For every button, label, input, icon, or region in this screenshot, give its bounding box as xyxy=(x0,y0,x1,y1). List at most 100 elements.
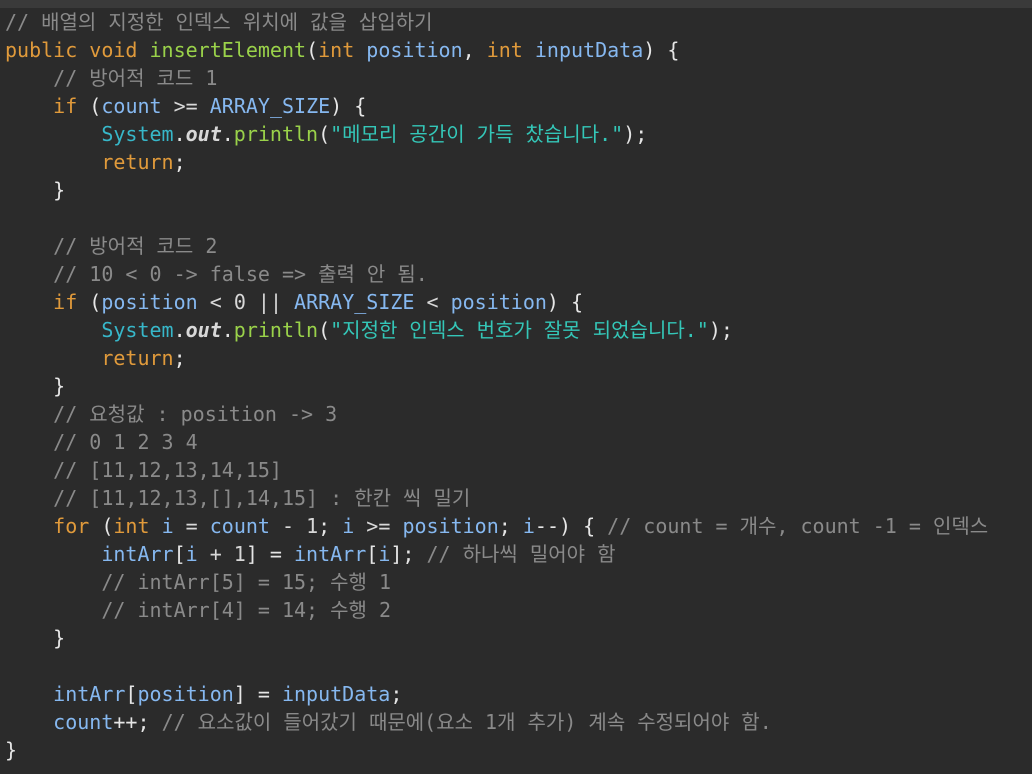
code-line: // intArr[4] = 14; 수행 2 xyxy=(5,596,1032,624)
code-token-plain: } xyxy=(5,178,66,202)
code-token-plain: ( xyxy=(89,514,114,538)
code-token-plain: } xyxy=(5,738,18,762)
code-editor[interactable]: // 배열의 지정한 인덱스 위치에 값을 삽입하기 public void in… xyxy=(0,8,1032,764)
code-token-kw: if xyxy=(53,94,78,118)
code-token-op: >= xyxy=(354,514,403,538)
code-token-kw: for xyxy=(53,514,90,538)
code-token-kw: public xyxy=(5,38,78,62)
code-token-plain: ++; xyxy=(113,710,162,734)
code-token-plain: . xyxy=(173,122,186,146)
code-token-var: inputData xyxy=(534,38,644,62)
code-token-plain: ) { xyxy=(643,38,680,62)
code-line: count++; // 요소값이 들어갔기 때문에(요소 1개 추가) 계속 수… xyxy=(5,708,1032,736)
editor-top-bar xyxy=(0,0,1032,8)
code-token-const: ARRAY_SIZE xyxy=(294,290,415,314)
code-token-var: position xyxy=(366,38,463,62)
code-token-plain: ( xyxy=(77,290,102,314)
code-token-num: 1 xyxy=(306,514,319,538)
code-token-num: 0 xyxy=(233,290,246,314)
code-token-plain: ; xyxy=(318,514,343,538)
code-token-kw: return xyxy=(101,150,174,174)
code-token-var: count xyxy=(101,94,162,118)
code-token-plain: ); xyxy=(623,122,648,146)
code-token-plain: ; xyxy=(498,514,523,538)
code-token-cls: System xyxy=(101,122,174,146)
code-token-plain: ; xyxy=(390,682,403,706)
code-token-str: "지정한 인덱스 번호가 잘못 되었습니다." xyxy=(330,318,709,342)
code-token-str: "메모리 공간이 가득 찼습니다." xyxy=(330,122,624,146)
code-token-fn: println xyxy=(233,318,319,342)
code-token-var: count xyxy=(209,514,270,538)
code-token-var: position xyxy=(402,514,499,538)
code-token-fn: insertElement xyxy=(149,38,307,62)
code-line: // 0 1 2 3 4 xyxy=(5,428,1032,456)
code-line: // [11,12,13,14,15] xyxy=(5,456,1032,484)
code-token-const: ARRAY_SIZE xyxy=(209,94,331,118)
code-line: return; xyxy=(5,344,1032,372)
code-line: } xyxy=(5,736,1032,764)
code-line: intArr[i + 1] = intArr[i]; // 하나씩 밀어야 함 xyxy=(5,540,1032,568)
code-token-plain: . xyxy=(221,122,234,146)
code-line: // 요청값 : position -> 3 xyxy=(5,400,1032,428)
code-token-var: i xyxy=(522,514,535,538)
code-token-kw: return xyxy=(101,346,174,370)
code-token-plain: } xyxy=(5,374,66,398)
code-token-plain: } xyxy=(5,626,66,650)
code-token-plain: . xyxy=(173,318,186,342)
code-token-op: = xyxy=(173,514,210,538)
code-token-plain: ); xyxy=(708,318,733,342)
code-token-com: // 하나씩 밀어야 함 xyxy=(426,542,616,566)
code-token-com: // [11,12,13,14,15] xyxy=(5,458,282,482)
code-token-cls: System xyxy=(101,318,174,342)
code-line: // intArr[5] = 15; 수행 1 xyxy=(5,568,1032,596)
code-token-type: int xyxy=(486,38,523,62)
code-token-plain: ( xyxy=(77,94,102,118)
code-token-op: < xyxy=(414,290,451,314)
code-token-op: >= xyxy=(161,94,210,118)
code-token-plain: ) { xyxy=(330,94,367,118)
code-line: } xyxy=(5,176,1032,204)
code-token-plain: , xyxy=(462,38,487,62)
code-token-var: intArr xyxy=(101,542,174,566)
code-line: public void insertElement(int position, … xyxy=(5,36,1032,64)
code-token-var: intArr xyxy=(294,542,367,566)
code-token-var: i xyxy=(185,542,198,566)
code-line: return; xyxy=(5,148,1032,176)
code-token-plain: ] = xyxy=(233,682,282,706)
code-token-op: + xyxy=(197,542,234,566)
code-line: intArr[position] = inputData; xyxy=(5,680,1032,708)
code-token-plain: ]; xyxy=(390,542,427,566)
code-token-plain: [ xyxy=(173,542,186,566)
code-token-num: 1 xyxy=(233,542,246,566)
code-token-com: // 방어적 코드 1 xyxy=(5,66,218,90)
code-token-var: position xyxy=(450,290,547,314)
code-token-com: // 요청값 : position -> 3 xyxy=(5,402,338,426)
code-token-var: intArr xyxy=(53,682,126,706)
code-token-com: // [11,12,13,[],14,15] : 한칸 씩 밀기 xyxy=(5,486,471,510)
code-token-plain: . xyxy=(221,318,234,342)
code-token-plain: ; xyxy=(173,346,186,370)
code-token-var: count xyxy=(53,710,114,734)
code-token-com: // intArr[5] = 15; 수행 1 xyxy=(5,570,391,594)
code-line: // 배열의 지정한 인덱스 위치에 값을 삽입하기 xyxy=(5,8,1032,36)
code-token-type: int xyxy=(318,38,355,62)
code-token-com: // 0 1 2 3 4 xyxy=(5,430,198,454)
code-token-plain: ( xyxy=(318,122,331,146)
code-token-com: // 배열의 지정한 인덱스 위치에 값을 삽입하기 xyxy=(5,10,433,34)
code-token-op: || xyxy=(245,290,295,314)
code-token-com: // 10 < 0 -> false => 출력 안 됨. xyxy=(5,262,428,286)
code-token-plain: ] = xyxy=(245,542,295,566)
code-token-op: < xyxy=(197,290,234,314)
code-token-var: i xyxy=(378,542,391,566)
